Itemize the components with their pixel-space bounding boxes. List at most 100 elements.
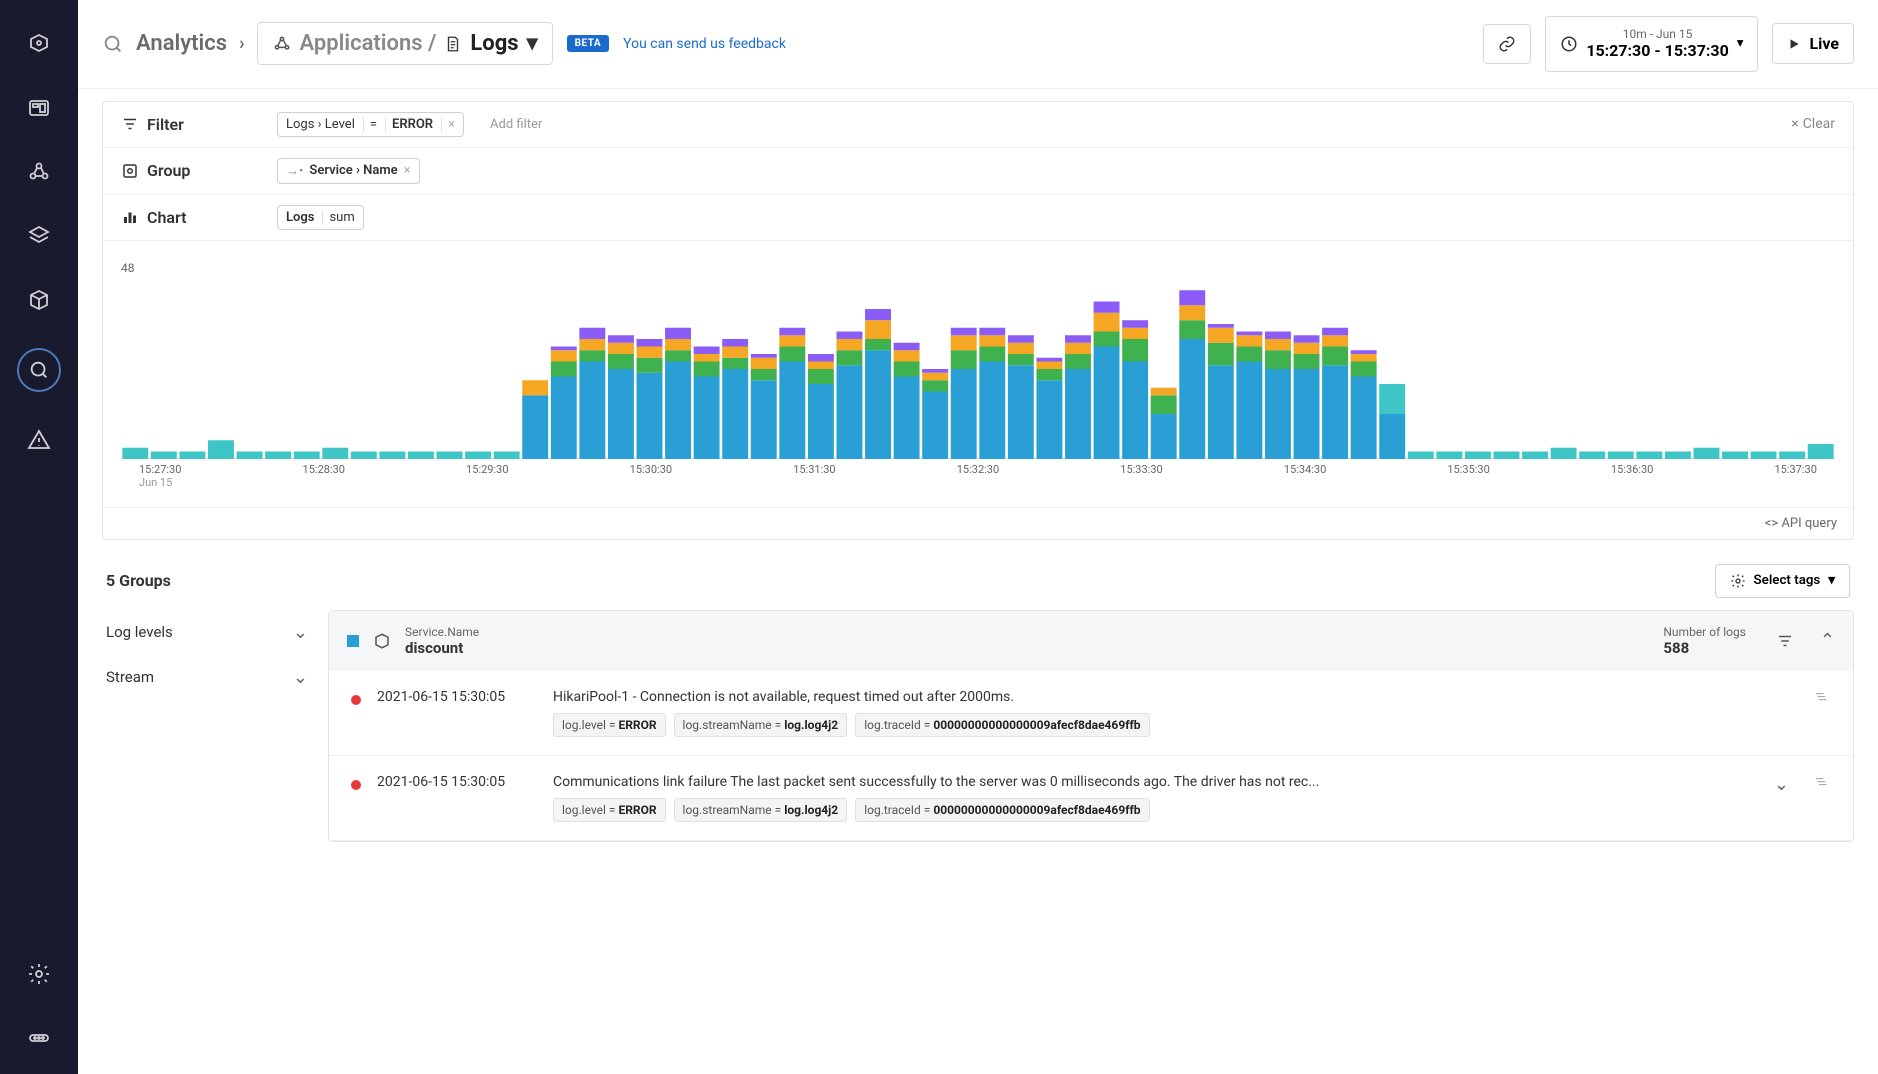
chevron-down-icon: ⌄ [293, 667, 308, 688]
x-tick: 15:30:30 [630, 463, 672, 489]
log-tag[interactable]: log.traceId = 00000000000000009afecf8dae… [855, 798, 1149, 822]
log-tag[interactable]: log.traceId = 00000000000000009afecf8dae… [855, 713, 1149, 737]
breadcrumb-selector[interactable]: Applications / Logs ▾ [257, 22, 553, 65]
filter-label: Filter [147, 115, 184, 134]
nav-settings-icon[interactable] [23, 958, 55, 990]
nav-apps-icon[interactable] [23, 156, 55, 188]
nav-home-icon[interactable] [23, 28, 55, 60]
log-panel: Service.Name discount Number of logs 588… [328, 610, 1854, 842]
query-panel: Filter Logs › Level = ERROR × Add filter… [102, 101, 1854, 540]
log-entry[interactable]: 2021-06-15 15:30:05 Communications link … [329, 756, 1853, 841]
log-tag[interactable]: log.streamName = log.log4j2 [674, 798, 848, 822]
stack-icon[interactable] [1813, 774, 1831, 792]
analytics-icon [102, 33, 124, 55]
x-tick: 15:35:30 [1447, 463, 1489, 489]
group-chip[interactable]: →• Service › Name × [277, 158, 420, 184]
level-dot [351, 780, 361, 790]
main: Analytics › Applications / Logs ▾ BETA Y… [78, 0, 1878, 1074]
nav-cube-icon[interactable] [23, 284, 55, 316]
breadcrumb: Analytics › Applications / Logs ▾ [102, 22, 553, 65]
caret-down-icon: ▾ [1828, 573, 1835, 588]
group-row: Group →• Service › Name × [103, 148, 1853, 195]
timerange-bottom: 15:27:30 - 15:37:30 [1586, 41, 1728, 60]
log-tag[interactable]: log.level = ERROR [553, 798, 666, 822]
filter-icon[interactable] [1776, 632, 1794, 650]
timerange-top: 10m - Jun 15 [1586, 27, 1728, 41]
facet-row[interactable]: Log levels⌄ [102, 610, 312, 655]
log-entry[interactable]: 2021-06-15 15:30:05 HikariPool-1 - Conne… [329, 671, 1853, 756]
nav-alert-icon[interactable] [23, 424, 55, 456]
stack-icon[interactable] [1813, 689, 1831, 707]
lower-section: Log levels⌄Stream⌄ Service.Name discount… [102, 610, 1854, 842]
chart-chip[interactable]: Logs sum [277, 205, 364, 230]
count-label: Number of logs [1663, 625, 1746, 639]
chart-label: Chart [147, 208, 187, 227]
group-icon [121, 162, 139, 180]
breadcrumb-logs: Logs [470, 31, 518, 56]
select-tags-button[interactable]: Select tags ▾ [1715, 564, 1850, 598]
filter-chip[interactable]: Logs › Level = ERROR × [277, 112, 464, 137]
topbar: Analytics › Applications / Logs ▾ BETA Y… [78, 0, 1878, 89]
caret-down-icon: ▾ [527, 31, 538, 56]
beta-badge: BETA [567, 35, 610, 52]
api-query-button[interactable]: <> API query [103, 507, 1853, 539]
nav-more-icon[interactable] [23, 1022, 55, 1054]
log-message: HikariPool-1 - Connection is not availab… [553, 689, 1789, 705]
log-tag[interactable]: log.streamName = log.log4j2 [674, 713, 848, 737]
log-group-header[interactable]: Service.Name discount Number of logs 588… [329, 611, 1853, 671]
x-tick: 15:36:30 [1611, 463, 1653, 489]
chart-area: 48 15:27:30Jun 15 15:28:30 15:29:30 15:30:3… [103, 241, 1853, 507]
close-icon[interactable]: × [448, 117, 455, 132]
chart-xlabels: 15:27:30Jun 15 15:28:30 15:29:30 15:30:30 15… [121, 459, 1835, 499]
chevron-right-icon: › [239, 33, 244, 54]
x-tick: 15:28:30 [303, 463, 345, 489]
nav-search-icon[interactable] [17, 348, 61, 392]
log-timestamp: 2021-06-15 15:30:05 [377, 774, 537, 790]
facets-panel: Log levels⌄Stream⌄ [102, 610, 312, 842]
chevron-down-icon: ⌄ [293, 622, 308, 643]
count-value: 588 [1663, 639, 1746, 657]
close-icon: × [1791, 116, 1798, 132]
x-tick: 15:34:30 [1284, 463, 1326, 489]
service-label: Service.Name [405, 625, 479, 639]
group-label: Group [147, 161, 190, 180]
feedback-link[interactable]: You can send us feedback [623, 36, 786, 52]
breadcrumb-apps: Applications / [300, 31, 437, 56]
filter-row: Filter Logs › Level = ERROR × Add filter… [103, 102, 1853, 148]
x-tick: 15:27:30Jun 15 [139, 463, 181, 489]
chart-svg[interactable] [121, 279, 1835, 459]
caret-down-icon: ▾ [1737, 36, 1744, 51]
level-dot [351, 695, 361, 705]
analytics-label[interactable]: Analytics [136, 31, 227, 56]
sidebar [0, 0, 78, 1074]
chevron-down-icon[interactable]: ⌄ [1774, 774, 1789, 795]
x-tick: 15:31:30 [793, 463, 835, 489]
apps-icon [272, 34, 292, 54]
facet-row[interactable]: Stream⌄ [102, 655, 312, 700]
service-icon [373, 632, 391, 650]
log-tag[interactable]: log.level = ERROR [553, 713, 666, 737]
x-tick: 15:29:30 [466, 463, 508, 489]
x-tick: 15:33:30 [1120, 463, 1162, 489]
log-timestamp: 2021-06-15 15:30:05 [377, 689, 537, 705]
gear-icon [1730, 573, 1746, 589]
live-button[interactable]: Live [1772, 23, 1854, 64]
color-swatch [347, 635, 359, 647]
service-value: discount [405, 639, 479, 657]
chevron-up-icon[interactable]: ⌃ [1820, 630, 1835, 651]
share-link-button[interactable] [1483, 24, 1531, 64]
y-tick: 48 [121, 261, 1835, 275]
nav-dashboard-icon[interactable] [23, 92, 55, 124]
close-icon[interactable]: × [404, 163, 411, 178]
chart-config-row: Chart Logs sum [103, 195, 1853, 241]
add-filter-input[interactable]: Add filter [480, 113, 552, 136]
nav-layers-icon[interactable] [23, 220, 55, 252]
timerange-selector[interactable]: 10m - Jun 15 15:27:30 - 15:37:30 ▾ [1545, 16, 1758, 72]
filter-icon [121, 115, 139, 133]
clock-icon [1560, 35, 1578, 53]
clear-filters-button[interactable]: × Clear [1791, 116, 1835, 132]
x-tick: 15:32:30 [957, 463, 999, 489]
doc-icon [444, 35, 462, 53]
groups-title: 5 Groups [106, 571, 171, 590]
log-message: Communications link failure The last pac… [553, 774, 1758, 790]
